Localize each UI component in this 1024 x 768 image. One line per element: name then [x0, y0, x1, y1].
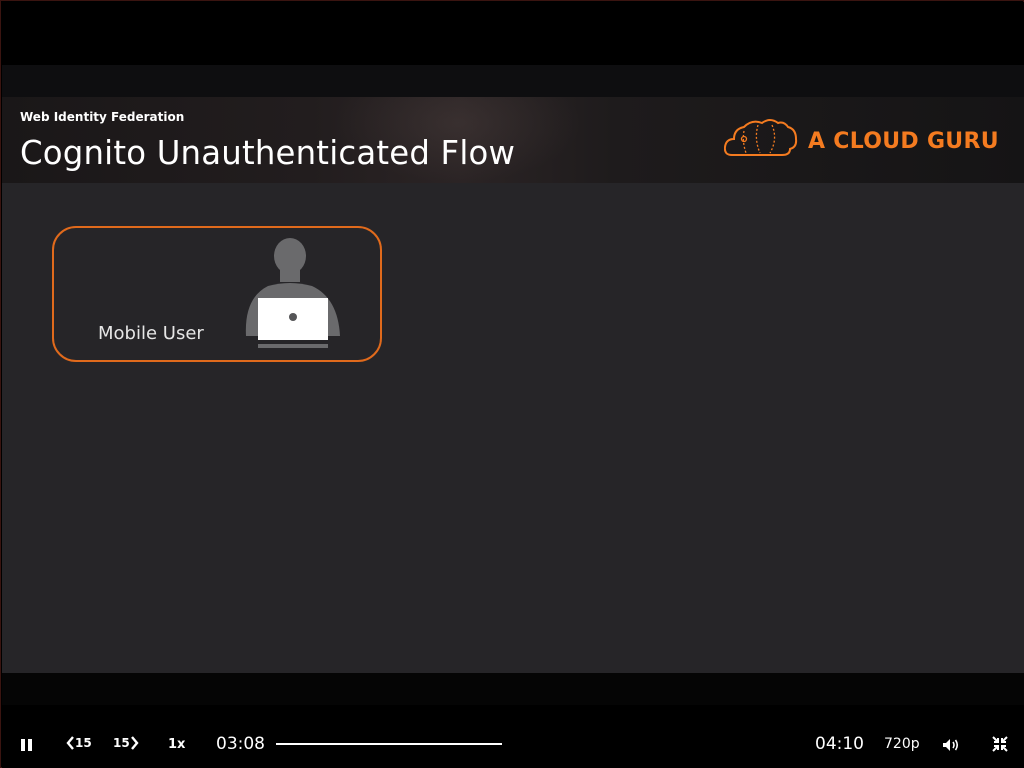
forward-15-button[interactable]: 15 [113, 736, 139, 750]
current-time: 03:08 [216, 734, 265, 754]
video-player: Web Identity Federation Cognito Unauthen… [0, 0, 1024, 768]
forward-label: 15 [113, 736, 130, 750]
mobile-user-card: Mobile User [52, 226, 382, 362]
rewind-label: 15 [75, 736, 92, 750]
playback-speed-button[interactable]: 1x [168, 737, 185, 752]
user-with-laptop-icon [240, 236, 344, 360]
pause-icon [21, 739, 32, 751]
progress-bar[interactable] [276, 743, 502, 745]
slide-subtitle: Web Identity Federation [20, 110, 185, 124]
chevron-right-icon [130, 736, 139, 750]
quality-button[interactable]: 720p [884, 736, 920, 752]
volume-button[interactable] [942, 737, 960, 756]
cloud-logo-icon [723, 117, 798, 165]
brand-name: A CLOUD GURU [808, 128, 999, 154]
letterbox-bottom [2, 673, 1024, 705]
rewind-15-button[interactable]: 15 [66, 736, 92, 750]
player-control-bar: 15 15 1x 03:08 04:10 720p [2, 705, 1024, 768]
volume-icon [943, 739, 959, 751]
letterbox-top [2, 2, 1024, 65]
pause-button[interactable] [20, 737, 34, 756]
slide-title: Cognito Unauthenticated Flow [20, 133, 516, 172]
brand-logo: A CLOUD GURU [723, 117, 1004, 165]
mobile-user-label: Mobile User [98, 323, 204, 344]
exit-fullscreen-icon [992, 736, 1008, 752]
exit-fullscreen-button[interactable] [992, 736, 1008, 756]
slide: Web Identity Federation Cognito Unauthen… [2, 97, 1024, 673]
duration: 04:10 [815, 734, 864, 754]
slide-header-banner: Web Identity Federation Cognito Unauthen… [2, 97, 1024, 183]
video-background-strip [2, 65, 1024, 97]
chevron-left-icon [66, 736, 74, 750]
